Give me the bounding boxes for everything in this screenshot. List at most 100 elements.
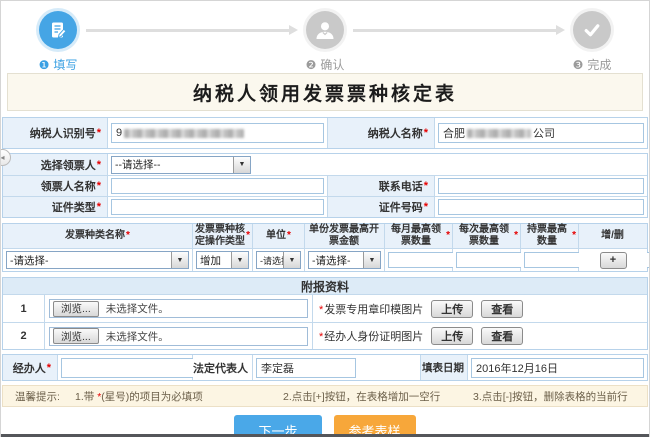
- taxpayer-info-section: 纳税人识别号* 9 纳税人名称* 合肥 公司: [2, 117, 648, 149]
- receiver-select-value: --请选择--: [112, 157, 233, 172]
- redacted-taxpayer-id: [124, 129, 244, 138]
- header-invoice-type: 发票种类名称*: [3, 224, 193, 248]
- invoice-type-verification-page: ❶填写 ❷确认 ❸完成: [0, 0, 650, 437]
- header-add-delete: 增/删: [579, 224, 647, 248]
- fill-date-field: 2016年12月16日: [471, 358, 644, 378]
- agent-input[interactable]: [61, 358, 213, 378]
- step-2-text: 确认: [320, 58, 344, 72]
- legal-rep-field: 李定磊: [256, 358, 356, 378]
- attachments-section: 附报资料 1 浏览... 未选择文件。 *发票专用章印模图片 上传 查看 2 浏…: [2, 277, 648, 350]
- add-row-button[interactable]: +: [600, 252, 627, 269]
- invoice-type-select[interactable]: -请选择- ▼: [6, 251, 189, 269]
- receiver-name-input[interactable]: [111, 178, 324, 194]
- header-holding-max: 持票最高数量*: [521, 224, 579, 248]
- contact-phone-input[interactable]: [438, 178, 644, 194]
- taxpayer-id-visible-prefix: 9: [116, 127, 122, 139]
- cert-type-label: 证件类型*: [3, 197, 108, 217]
- taxpayer-name-suffix: 公司: [533, 125, 555, 141]
- dropdown-arrow-icon[interactable]: ▼: [283, 252, 300, 268]
- step-connector-arrow: [353, 29, 556, 32]
- step-1-number: ❶: [39, 58, 50, 72]
- required-mark: *: [97, 201, 101, 213]
- tips-bar: 温馨提示: 1.带 *(星号)的项目为必填项 2.点击[+]按钮，在表格增加一空…: [2, 385, 648, 407]
- legal-rep-label: 法定代表人: [193, 355, 253, 380]
- attachment-row-number: 1: [3, 295, 45, 322]
- invoice-type-table: 发票种类名称* 发票票种核定操作类型* 单位* 单份发票最高开票金额 每月最高领…: [2, 223, 648, 272]
- browse-button[interactable]: 浏览...: [53, 301, 99, 317]
- step-2-number: ❷: [306, 58, 317, 72]
- taxpayer-name-label: 纳税人名称*: [328, 118, 435, 148]
- taxpayer-id-input[interactable]: 9: [111, 123, 324, 143]
- view-button[interactable]: 查看: [481, 300, 523, 318]
- required-mark: *: [97, 180, 101, 192]
- dropdown-arrow-icon[interactable]: ▼: [233, 157, 250, 173]
- redacted-taxpayer-name: [467, 129, 531, 138]
- header-unit: 单位*: [253, 224, 305, 248]
- header-operation-type: 发票票种核定操作类型*: [193, 224, 253, 248]
- progress-steps: ❶填写 ❷确认 ❸完成: [1, 1, 649, 69]
- view-button[interactable]: 查看: [481, 327, 523, 345]
- agent-label: 经办人*: [3, 355, 58, 380]
- step-confirm: ❷确认: [302, 11, 348, 73]
- max-amount-select-value: -请选择-: [309, 253, 363, 268]
- file-name-text: 未选择文件。: [106, 301, 169, 316]
- step-fill: ❶填写: [35, 11, 81, 73]
- dropdown-arrow-icon[interactable]: ▼: [171, 252, 188, 268]
- step-3-text: 完成: [587, 58, 611, 72]
- required-mark: *: [97, 127, 101, 139]
- receiver-select[interactable]: --请选择-- ▼: [111, 156, 251, 174]
- step-done: ❸完成: [569, 11, 615, 73]
- person-icon: [306, 11, 344, 49]
- attachments-header: 附报资料: [3, 278, 647, 295]
- header-monthly-max: 每月最高领票数量*: [385, 224, 453, 248]
- footer-info-row: 经办人* 法定代表人 李定磊 填表日期 2016年12月16日: [2, 354, 648, 381]
- header-max-amount: 单份发票最高开票金额: [305, 224, 385, 248]
- receiver-select-label: 选择领票人*: [3, 154, 108, 175]
- taxpayer-name-prefix: 合肥: [443, 125, 465, 141]
- tip-1: 1.带 *(星号)的项目为必填项: [75, 389, 283, 404]
- fill-date-label: 填表日期: [421, 355, 468, 380]
- step-done-label: ❸完成: [573, 56, 612, 73]
- step-connector-arrow: [86, 29, 289, 32]
- dropdown-arrow-icon[interactable]: ▼: [363, 252, 380, 268]
- attachment-doc-label: *经办人身份证明图片: [319, 328, 423, 344]
- dropdown-arrow-icon[interactable]: ▼: [231, 252, 248, 268]
- required-mark: *: [97, 159, 101, 171]
- tip-2: 2.点击[+]按钮，在表格增加一空行: [283, 389, 473, 404]
- required-mark: *: [424, 180, 428, 192]
- attachment-row-number: 2: [3, 323, 45, 349]
- step-3-number: ❸: [573, 58, 584, 72]
- required-mark: *: [424, 127, 428, 139]
- attachment-doc-label: *发票专用章印模图片: [319, 301, 423, 317]
- step-fill-label: ❶填写: [39, 56, 78, 73]
- required-mark: *: [47, 362, 51, 374]
- browse-button[interactable]: 浏览...: [53, 328, 99, 344]
- cert-type-input[interactable]: [111, 199, 324, 215]
- tip-3: 3.点击[-]按钮，删除表格的当前行: [473, 389, 628, 404]
- receiver-section: ◂ 选择领票人* --请选择-- ▼ 领票人名称* 联系电话*: [2, 153, 648, 218]
- cert-no-label: 证件号码*: [328, 197, 435, 217]
- form-title-bar: 纳税人领用发票票种核定表: [7, 73, 643, 111]
- unit-select-value: -请选择-: [257, 254, 283, 267]
- unit-select[interactable]: -请选择- ▼: [256, 251, 301, 269]
- max-amount-select[interactable]: -请选择- ▼: [308, 251, 381, 269]
- tips-label: 温馨提示:: [15, 389, 75, 404]
- taxpayer-name-input[interactable]: 合肥 公司: [438, 123, 644, 143]
- page-title: 纳税人领用发票票种核定表: [193, 79, 457, 106]
- step-confirm-label: ❷确认: [306, 56, 345, 73]
- invoice-type-select-value: -请选择-: [7, 253, 171, 268]
- contact-phone-label: 联系电话*: [328, 176, 435, 196]
- file-input-seal[interactable]: 浏览... 未选择文件。: [49, 299, 308, 318]
- receiver-name-label: 领票人名称*: [3, 176, 108, 196]
- taxpayer-id-label: 纳税人识别号*: [3, 118, 108, 148]
- required-mark: *: [424, 201, 428, 213]
- cert-no-input[interactable]: [438, 199, 644, 215]
- operation-type-select[interactable]: 增加 ▼: [196, 251, 249, 269]
- file-input-identity[interactable]: 浏览... 未选择文件。: [49, 327, 308, 346]
- header-pertime-max: 每次最高领票数量*: [453, 224, 521, 248]
- upload-button[interactable]: 上传: [431, 327, 473, 345]
- upload-button[interactable]: 上传: [431, 300, 473, 318]
- file-name-text: 未选择文件。: [106, 329, 169, 344]
- operation-type-select-value: 增加: [197, 253, 231, 268]
- step-1-text: 填写: [53, 58, 77, 72]
